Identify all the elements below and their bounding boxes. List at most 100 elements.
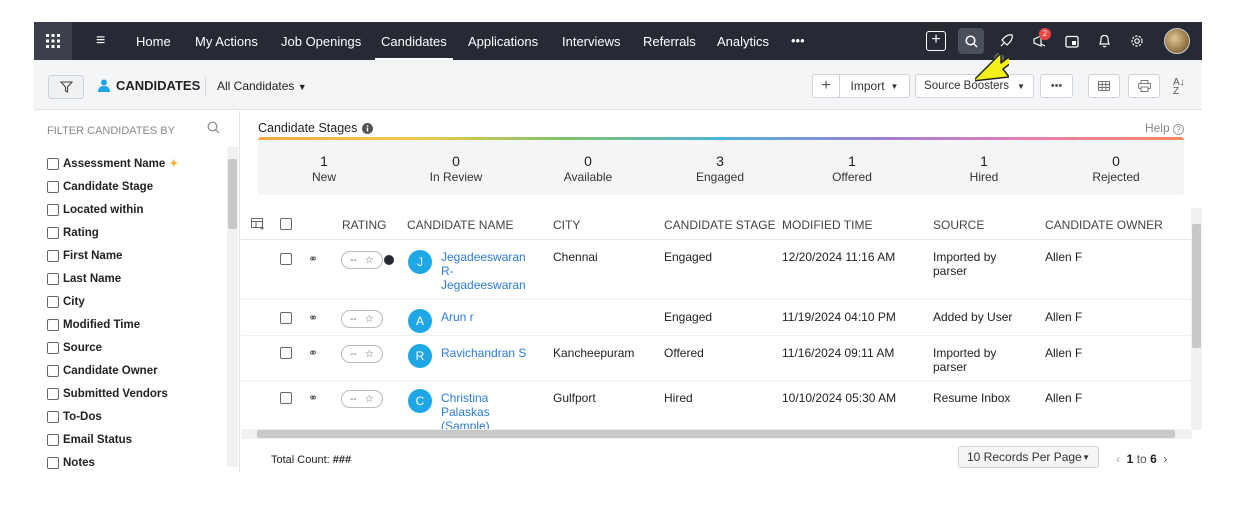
filter-scrollbar[interactable] xyxy=(227,147,238,467)
menu-icon[interactable]: ≡ xyxy=(96,32,105,50)
select-all-checkbox[interactable] xyxy=(280,218,292,230)
print-button[interactable] xyxy=(1128,74,1160,98)
binoculars-icon[interactable]: ⚭ xyxy=(308,346,318,360)
col-candidate-stage[interactable]: CANDIDATE STAGE xyxy=(664,218,776,232)
filter-item-modified-time[interactable]: Modified Time xyxy=(47,313,179,336)
col-rating[interactable]: RATING xyxy=(342,218,386,232)
row-checkbox[interactable] xyxy=(280,253,292,265)
scroll-thumb[interactable] xyxy=(1192,224,1201,348)
nav-referrals[interactable]: Referrals xyxy=(643,34,696,49)
nav-more[interactable]: ••• xyxy=(791,33,805,48)
filter-item-rating[interactable]: Rating xyxy=(47,221,179,244)
filter-toggle-button[interactable] xyxy=(48,75,84,99)
filter-item-to-dos[interactable]: To-Dos xyxy=(47,405,179,428)
col-candidate-name[interactable]: CANDIDATE NAME xyxy=(407,218,513,232)
candidate-name-link[interactable]: Arun r xyxy=(441,310,474,324)
binoculars-icon[interactable]: ⚭ xyxy=(308,391,318,405)
checkbox[interactable] xyxy=(47,318,59,331)
stage-engaged[interactable]: 3 Engaged xyxy=(654,153,786,184)
filter-item-candidate-owner[interactable]: Candidate Owner xyxy=(47,359,179,382)
binoculars-icon[interactable]: ⚭ xyxy=(308,252,318,266)
checkbox[interactable] xyxy=(47,387,59,400)
stage-rejected[interactable]: 0 Rejected xyxy=(1050,153,1182,184)
row-checkbox[interactable] xyxy=(280,347,292,359)
checkbox[interactable] xyxy=(47,226,59,239)
binoculars-icon[interactable]: ⚭ xyxy=(308,311,318,325)
filter-item-located-within[interactable]: Located within xyxy=(47,198,179,221)
col-candidate-owner[interactable]: CANDIDATE OWNER xyxy=(1045,218,1163,232)
checkbox[interactable] xyxy=(47,295,59,308)
filter-item-first-name[interactable]: First Name xyxy=(47,244,179,267)
view-selector[interactable]: All Candidates ▼ xyxy=(217,79,307,93)
filter-search-icon[interactable] xyxy=(207,121,220,137)
bell-icon[interactable] xyxy=(1094,22,1114,60)
nav-job-openings[interactable]: Job Openings xyxy=(281,34,361,49)
table-view-button[interactable] xyxy=(1088,74,1120,98)
help-link[interactable]: Help ? xyxy=(1145,121,1184,135)
nav-my-actions[interactable]: My Actions xyxy=(195,34,258,49)
col-modified-time[interactable]: MODIFIED TIME xyxy=(782,218,872,232)
nav-home[interactable]: Home xyxy=(136,34,171,49)
column-settings-icon[interactable] xyxy=(251,218,266,230)
create-button[interactable]: + xyxy=(925,22,947,60)
stage-offered[interactable]: 1 Offered xyxy=(786,153,918,184)
scroll-thumb[interactable] xyxy=(257,430,1175,438)
candidate-name-link[interactable]: Christina Palaskas (Sample) xyxy=(441,391,516,429)
calendar-icon[interactable] xyxy=(1062,22,1082,60)
checkbox[interactable] xyxy=(47,456,59,469)
checkbox[interactable] xyxy=(47,180,59,193)
table-vertical-scrollbar[interactable] xyxy=(1191,208,1202,430)
nav-interviews[interactable]: Interviews xyxy=(562,34,621,49)
more-actions-button[interactable]: ••• xyxy=(1040,74,1073,98)
info-icon[interactable] xyxy=(362,122,374,134)
checkbox[interactable] xyxy=(47,364,59,377)
user-avatar[interactable] xyxy=(1163,22,1191,60)
col-source[interactable]: SOURCE xyxy=(933,218,984,232)
checkbox[interactable] xyxy=(47,410,59,423)
referral-megaphone-icon[interactable]: 2 xyxy=(1028,22,1052,60)
filter-item-last-name[interactable]: Last Name xyxy=(47,267,179,290)
stage-in-review[interactable]: 0 In Review xyxy=(390,153,522,184)
row-checkbox[interactable] xyxy=(280,312,292,324)
filter-item-submitted-vendors[interactable]: Submitted Vendors xyxy=(47,382,179,405)
checkbox[interactable] xyxy=(47,272,59,285)
filter-item-source[interactable]: Source xyxy=(47,336,179,359)
records-per-page-select[interactable]: 10 Records Per Page ▼ xyxy=(958,446,1099,468)
stage-available[interactable]: 0 Available xyxy=(522,153,654,184)
checkbox[interactable] xyxy=(47,157,59,170)
table-row[interactable]: ⚭ -- ☆ C Christina Palaskas (Sample) Gulf… xyxy=(241,381,1192,429)
table-row[interactable]: ⚭ -- ☆ A Arun r Engaged 11/19/2024 04:10 … xyxy=(241,300,1192,336)
checkbox[interactable] xyxy=(47,433,59,446)
filter-item-email-status[interactable]: Email Status xyxy=(47,428,179,451)
import-button[interactable]: Import ▼ xyxy=(839,74,910,98)
table-row[interactable]: ⚭ -- ☆ J Jegadeeswaran R-Jegadeeswaran Ch… xyxy=(241,241,1192,300)
prev-page-icon[interactable]: ‹ xyxy=(1116,452,1120,466)
checkbox[interactable] xyxy=(47,203,59,216)
table-row[interactable]: ⚭ -- ☆ R Ravichandran S Kancheepuram Offe… xyxy=(241,336,1192,381)
scroll-thumb[interactable] xyxy=(228,159,237,229)
rating-control[interactable]: -- ☆ xyxy=(341,310,383,328)
stage-hired[interactable]: 1 Hired xyxy=(918,153,1050,184)
filter-item-candidate-stage[interactable]: Candidate Stage xyxy=(47,175,179,198)
filter-item-assessment-name[interactable]: Assessment Name ✦ xyxy=(47,152,179,175)
filter-item-city[interactable]: City xyxy=(47,290,179,313)
col-city[interactable]: CITY xyxy=(553,218,580,232)
rating-control[interactable]: -- ☆ xyxy=(341,390,383,408)
nav-applications[interactable]: Applications xyxy=(468,34,538,49)
candidate-name-link[interactable]: Jegadeeswaran R-Jegadeeswaran xyxy=(441,250,531,292)
checkbox[interactable] xyxy=(47,341,59,354)
nav-analytics[interactable]: Analytics xyxy=(717,34,769,49)
gear-icon[interactable] xyxy=(1127,22,1147,60)
table-horizontal-scrollbar[interactable] xyxy=(241,429,1192,439)
add-candidate-button[interactable]: + xyxy=(812,74,840,98)
candidate-name-link[interactable]: Ravichandran S xyxy=(441,346,526,360)
next-page-icon[interactable]: › xyxy=(1163,452,1167,466)
nav-candidates[interactable]: Candidates xyxy=(375,34,453,61)
checkbox[interactable] xyxy=(47,249,59,262)
sort-az-button[interactable]: A↓ Z xyxy=(1173,78,1189,97)
apps-grid-icon[interactable] xyxy=(34,22,72,60)
rating-control[interactable]: -- ☆ xyxy=(341,251,383,269)
filter-item-notes[interactable]: Notes xyxy=(47,451,179,472)
row-checkbox[interactable] xyxy=(280,392,292,404)
rating-control[interactable]: -- ☆ xyxy=(341,345,383,363)
